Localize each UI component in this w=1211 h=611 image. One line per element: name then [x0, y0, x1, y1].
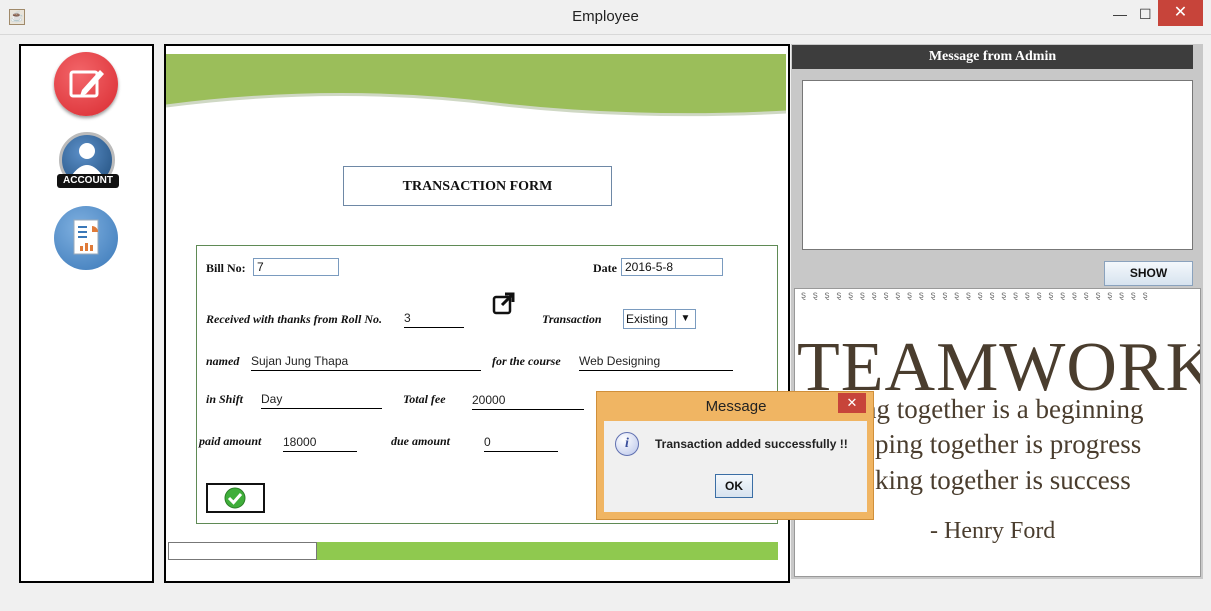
chevron-down-icon[interactable]: ▼: [675, 310, 695, 328]
form-title: TRANSACTION FORM: [343, 166, 612, 206]
report-icon[interactable]: [54, 206, 118, 270]
close-button[interactable]: ✕: [1158, 0, 1203, 26]
shift-label: in Shift: [206, 392, 244, 406]
poster-line-2: ping together is progress: [875, 429, 1142, 459]
header-wave-decoration: [166, 54, 786, 117]
submit-button[interactable]: [206, 483, 265, 513]
transaction-select[interactable]: Existing ▼: [623, 309, 696, 329]
message-dialog: Message ✕ i Transaction added successful…: [596, 391, 874, 520]
edit-icon-glyph: [69, 70, 104, 98]
window-title: Employee: [572, 8, 639, 25]
maximize-button[interactable]: ☐: [1139, 6, 1152, 22]
paid-amount-label: paid amount: [199, 434, 262, 448]
poster-line-3: king together is success: [875, 465, 1131, 495]
date-label: Date: [593, 261, 617, 275]
date-field[interactable]: 2016-5-8: [621, 258, 723, 276]
due-amount-field[interactable]: 0: [484, 434, 558, 452]
total-fee-label: Total fee: [403, 392, 446, 406]
title-bar: ☕ Employee — ☐ ✕: [0, 0, 1211, 35]
spiral-binding: ȿ ȿ ȿ ȿ ȿ ȿ ȿ ȿ ȿ ȿ ȿ ȿ ȿ ȿ ȿ ȿ ȿ ȿ ȿ ȿ …: [801, 290, 1150, 301]
external-link-icon-glyph: [492, 292, 515, 315]
received-label: Received with thanks from Roll No.: [206, 312, 383, 326]
paid-amount-field[interactable]: 18000: [283, 434, 357, 452]
named-label: named: [206, 354, 240, 368]
bill-no-label: Bill No:: [206, 261, 246, 275]
dialog-close-button[interactable]: ✕: [838, 393, 866, 413]
course-field[interactable]: Web Designing: [579, 353, 733, 371]
footer-bar: [316, 542, 778, 560]
account-label: ACCOUNT: [57, 174, 119, 188]
dialog-title: Message: [705, 398, 767, 415]
minimize-button[interactable]: —: [1113, 6, 1127, 22]
info-icon: i: [615, 432, 639, 456]
course-label: for the course: [492, 354, 561, 368]
roll-no-field[interactable]: 3: [404, 310, 464, 328]
transaction-select-value: Existing: [626, 312, 669, 326]
edit-icon[interactable]: [54, 52, 118, 116]
total-fee-field[interactable]: 20000: [472, 392, 584, 410]
footer-bar-left: [168, 542, 317, 560]
dialog-message: Transaction added successfully !!: [655, 437, 848, 451]
admin-message-header: Message from Admin: [792, 45, 1193, 69]
shift-field[interactable]: Day: [261, 391, 382, 409]
admin-message-area[interactable]: [802, 80, 1193, 250]
transaction-label: Transaction: [542, 312, 602, 326]
poster-line-1: ng together is a beginning: [863, 394, 1144, 424]
ok-button[interactable]: OK: [715, 474, 753, 498]
due-amount-label: due amount: [391, 434, 451, 448]
dialog-body: i Transaction added successfully !! OK: [604, 421, 867, 512]
show-button[interactable]: SHOW: [1104, 261, 1193, 286]
poster-author: - Henry Ford: [930, 518, 1056, 544]
document-chart-icon: [73, 219, 99, 255]
checkmark-icon: [224, 487, 246, 509]
sidebar: ACCOUNT: [19, 44, 154, 583]
bill-no-field[interactable]: 7: [253, 258, 339, 276]
name-field[interactable]: Sujan Jung Thapa: [251, 353, 481, 371]
external-link-icon[interactable]: [492, 291, 516, 315]
